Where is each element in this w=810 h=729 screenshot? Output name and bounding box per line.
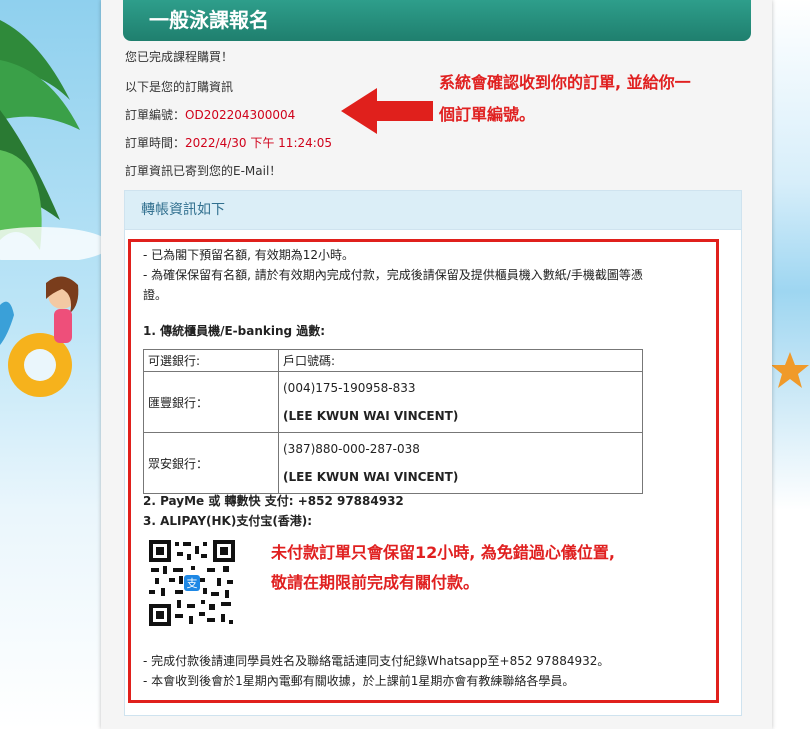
purchase-complete-text: 您已完成課程購買！ [125,50,234,64]
girl-swim-ring-illustration [0,276,79,397]
table-row: 眾安銀行： (387)880-000-287-038 (LEE KWUN WAI… [143,432,643,494]
payment-annotation-line-1: 未付款訂單只會保留12小時, 為免錯過心儀位置, [271,543,615,562]
footer-whatsapp-note: - 完成付款後請連同學員姓名及聯絡電話連同支付紀錄Whatsapp至+852 9… [143,654,610,668]
col-bank-header: 可選銀行: [143,349,279,372]
payment-highlight-box: - 已為閣下預留名額, 有效期為12小時。 - 為確保保留有名額, 請於有效期內… [128,239,719,703]
order-annotation-line-2: 個訂單編號。 [439,105,536,124]
transfer-info-panel: 轉帳資訊如下 - 已為閣下預留名額, 有效期為12小時。 - 為確保保留有名額,… [124,190,742,716]
alipay-qr-code-icon: 支 [147,538,237,628]
account-number[interactable]: (004)175-190958-833 [283,374,638,402]
table-header-row: 可選銀行: 戶口號碼: [143,349,643,372]
account-holder: (LEE KWUN WAI VINCENT) [283,470,459,484]
account-holder: (LEE KWUN WAI VINCENT) [283,409,459,423]
palm-tree-decoration [0,20,110,260]
order-info-intro: 以下是您的訂購資訊 [125,80,234,94]
note-keep-receipt-cont: 證。 [143,288,168,302]
left-arrow-icon [341,88,433,134]
order-number-value: OD202204300004 [185,108,296,122]
panel-heading: 轉帳資訊如下 [125,191,741,230]
payment-annotation-line-2: 敬請在期限前完成有關付款。 [271,573,480,592]
main-content: 一般泳課報名 您已完成課程購買！ 以下是您的訂購資訊 訂單編號：OD202204… [101,0,772,729]
account-cell: (387)880-000-287-038 (LEE KWUN WAI VINCE… [278,432,643,494]
col-account-header: 戶口號碼: [278,349,643,372]
page-title: 一般泳課報名 [123,0,751,41]
order-number-row: 訂單編號：OD202204300004 [125,106,295,123]
starfish-decoration [771,352,809,388]
account-cell: (004)175-190958-833 (LEE KWUN WAI VINCEN… [278,371,643,433]
method-atm-ebanking: 1. 傳統櫃員機/E-banking 過數: [143,324,326,338]
order-time-row: 訂單時間：2022/4/30 下午 11:24:05 [125,134,332,151]
method-alipay: 3. ALIPAY(HK)支付宝(香港): [143,514,313,528]
bank-name-za: 眾安銀行： [143,432,279,494]
method-payme-fps: 2. PayMe 或 轉數快 支付: +852 97884932 [143,494,404,508]
bank-name-hsbc: 匯豐銀行： [143,371,279,433]
order-number-label: 訂單編號： [125,108,186,122]
footer-receipt-note: - 本會收到後會於1星期內電郵有關收據，於上課前1星期亦會有教練聯絡各學員。 [143,674,575,688]
bank-account-table: 可選銀行: 戶口號碼: 匯豐銀行： (004)175-190958-833 (L… [143,349,643,494]
note-reserved: - 已為閣下預留名額, 有效期為12小時。 [143,248,355,262]
email-sent-text: 訂單資訊已寄到您的E-Mail！ [125,164,282,178]
order-time-value: 2022/4/30 下午 11:24:05 [185,136,333,150]
order-annotation-line-1: 系統會確認收到你的訂單, 並給你一 [439,73,691,92]
svg-text:支: 支 [187,577,198,590]
note-keep-receipt: - 為確保保留有名額, 請於有效期內完成付款，完成後請保留及提供櫃員機入數紙/手… [143,268,643,282]
table-row: 匯豐銀行： (004)175-190958-833 (LEE KWUN WAI … [143,371,643,433]
account-number[interactable]: (387)880-000-287-038 [283,435,638,463]
order-time-label: 訂單時間： [125,136,186,150]
